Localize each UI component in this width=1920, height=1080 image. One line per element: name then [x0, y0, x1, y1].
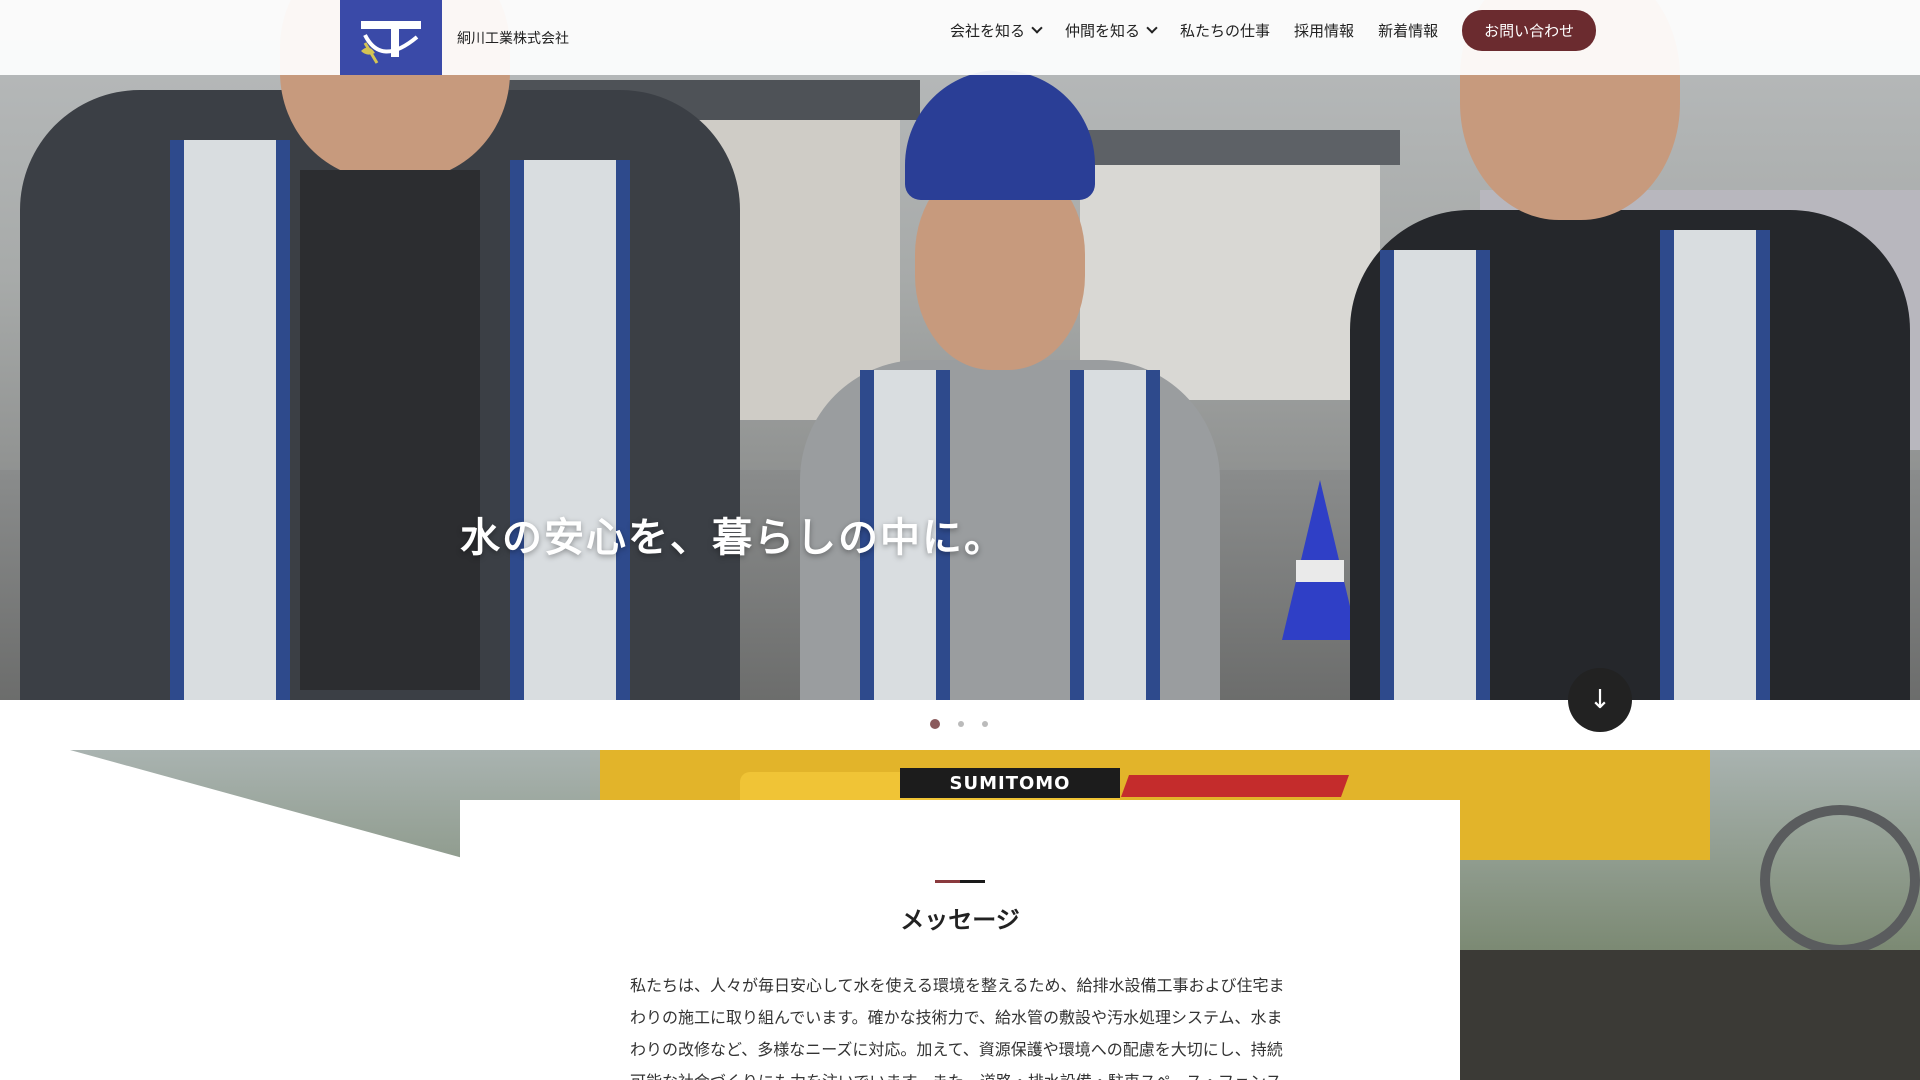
shirt — [300, 170, 480, 690]
message-body: 私たちは、人々が毎日安心して水を使える環境を整えるため、給排水設備工事および住宅… — [630, 976, 1285, 1080]
nav-item-about-company[interactable]: 会社を知る — [950, 20, 1043, 41]
excavator-track — [1460, 950, 1920, 1080]
company-name[interactable]: 絅川工業株式会社 — [457, 28, 569, 48]
worker-right — [1340, 0, 1920, 700]
scroll-down-button[interactable]: ↓ — [1568, 668, 1632, 732]
hero-slider — [0, 0, 1920, 700]
hose-coil — [1760, 805, 1920, 955]
slider-dot-1[interactable] — [930, 719, 940, 729]
hero-tagline: 水の安心を、暮らしの中に。 — [460, 515, 1006, 561]
nav-label: 新着情報 — [1378, 21, 1439, 40]
slider-dot-3[interactable] — [982, 721, 988, 727]
hard-hat — [905, 70, 1095, 200]
reflective-vest — [1380, 250, 1490, 700]
excavator-brand: SUMITOMO — [900, 768, 1120, 798]
nav-label: 採用情報 — [1294, 21, 1355, 40]
nav-label: 私たちの仕事 — [1180, 21, 1271, 40]
company-logo[interactable] — [340, 0, 442, 75]
logo-mark-icon — [361, 20, 421, 64]
chevron-down-icon — [1146, 22, 1158, 34]
excavator-stripe — [1120, 775, 1350, 797]
nav-item-recruit[interactable]: 採用情報 — [1294, 20, 1354, 41]
nav-item-news[interactable]: 新着情報 — [1378, 20, 1438, 41]
reflective-vest — [170, 140, 290, 700]
title-accent-line — [935, 880, 985, 883]
nav-label: 仲間を知る — [1065, 21, 1141, 40]
message-card: メッセージ 私たちは、人々が毎日安心して水を使える環境を整えるため、給排水設備工… — [460, 800, 1460, 1080]
nav-label: 会社を知る — [950, 21, 1026, 40]
main-nav: 会社を知る 仲間を知る 私たちの仕事 採用情報 新着情報 お問い合わせ — [950, 0, 1597, 60]
slider-dot-2[interactable] — [958, 721, 964, 727]
reflective-vest — [510, 160, 630, 700]
nav-item-our-work[interactable]: 私たちの仕事 — [1180, 20, 1270, 41]
slider-pagination — [930, 719, 988, 729]
cone-stripe — [1296, 560, 1344, 582]
chevron-down-icon — [1031, 22, 1043, 34]
message-title: メッセージ — [900, 906, 1020, 934]
reflective-vest — [1660, 230, 1770, 700]
nav-item-about-team[interactable]: 仲間を知る — [1065, 20, 1158, 41]
site-header: 絅川工業株式会社 会社を知る 仲間を知る 私たちの仕事 採用情報 新着情報 お問… — [0, 0, 1920, 75]
reflective-vest — [1070, 370, 1160, 700]
contact-button[interactable]: お問い合わせ — [1462, 9, 1597, 51]
worker-middle — [770, 40, 1230, 700]
arrow-down-icon: ↓ — [1589, 685, 1611, 715]
worker-left — [0, 0, 760, 700]
diagonal-divider — [0, 750, 470, 1080]
